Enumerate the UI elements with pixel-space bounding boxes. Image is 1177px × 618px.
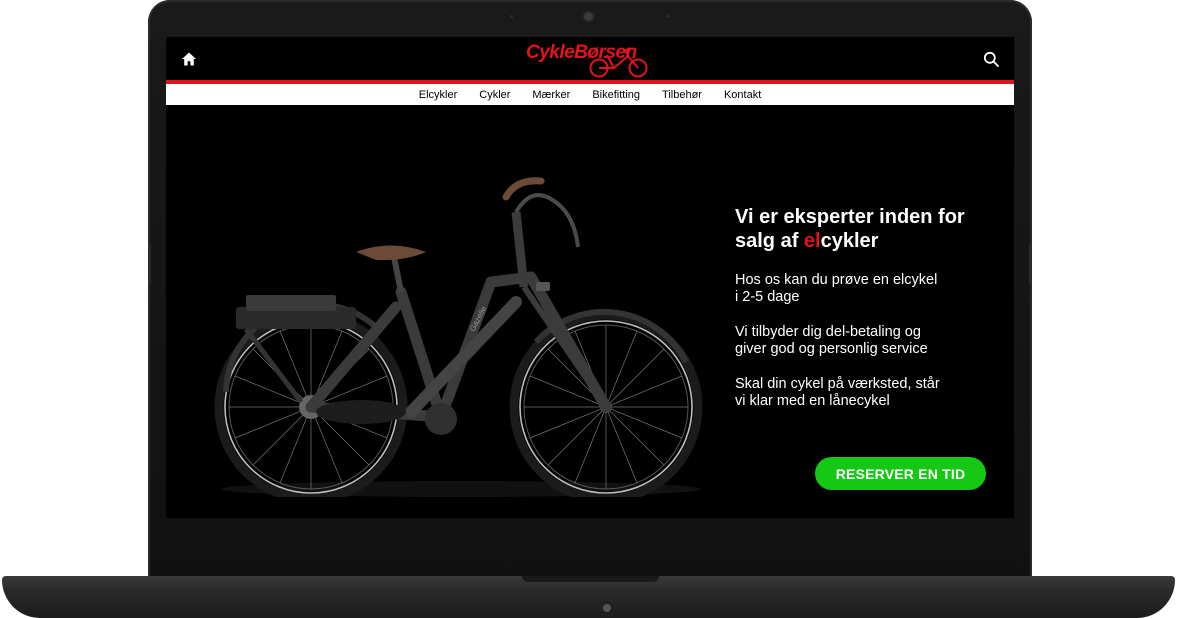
text-line: i 2-5 dage bbox=[735, 289, 800, 305]
hero-headline: Vi er eksperter inden for salg af elcykl… bbox=[735, 205, 1005, 253]
search-icon[interactable] bbox=[983, 51, 999, 67]
text-line: Hos os kan du prøve en elcykel bbox=[735, 272, 938, 288]
nav-item-cykler[interactable]: Cykler bbox=[479, 89, 510, 101]
headline-line2-start: salg af bbox=[735, 230, 804, 252]
nav-item-elcykler[interactable]: Elcykler bbox=[419, 89, 458, 101]
hinge-notch bbox=[522, 576, 659, 582]
browser-screen: CykleBørsen Elcykler Cykler Mærker Bikef… bbox=[166, 37, 1014, 518]
site-header: CykleBørsen bbox=[166, 37, 1014, 81]
sensor-dot bbox=[510, 15, 513, 18]
headline-highlight: el bbox=[803, 230, 821, 252]
ebike-image: Gazelle bbox=[214, 177, 703, 497]
home-icon[interactable] bbox=[181, 51, 197, 67]
bike-logo-icon bbox=[589, 47, 648, 78]
hero-text-workshop: Skal din cykel på værksted, står vi klar… bbox=[735, 376, 995, 410]
headline-line2-end: cykler bbox=[820, 230, 879, 252]
reserve-appointment-button[interactable]: RESERVER EN TID bbox=[815, 457, 986, 490]
text-line: giver god og personlig service bbox=[735, 341, 928, 357]
nav-item-maerker[interactable]: Mærker bbox=[532, 89, 570, 101]
text-line: Vi tilbyder dig del-betaling og bbox=[735, 324, 921, 340]
sensor-dot bbox=[666, 15, 669, 18]
main-nav: Elcykler Cykler Mærker Bikefitting Tilbe… bbox=[166, 84, 1014, 105]
nav-item-bikefitting[interactable]: Bikefitting bbox=[592, 89, 640, 101]
webcam bbox=[584, 12, 593, 21]
base-indicator bbox=[603, 604, 611, 612]
site-logo[interactable]: CykleBørsen bbox=[526, 40, 654, 78]
side-button bbox=[1029, 244, 1032, 284]
laptop-base bbox=[2, 576, 1175, 618]
hero-text-trial: Hos os kan du prøve en elcykel i 2-5 dag… bbox=[735, 272, 995, 306]
headline-line1: Vi er eksperter inden for bbox=[735, 206, 965, 228]
nav-item-kontakt[interactable]: Kontakt bbox=[724, 89, 761, 101]
hero-section: Gazelle Vi er eksperter inden for salg a… bbox=[166, 105, 1014, 518]
side-button bbox=[148, 244, 151, 284]
text-line: Skal din cykel på værksted, står bbox=[735, 376, 940, 392]
hero-text-payment: Vi tilbyder dig del-betaling og giver go… bbox=[735, 324, 995, 358]
nav-item-tilbehor[interactable]: Tilbehør bbox=[662, 89, 702, 101]
text-line: vi klar med en lånecykel bbox=[735, 393, 890, 409]
